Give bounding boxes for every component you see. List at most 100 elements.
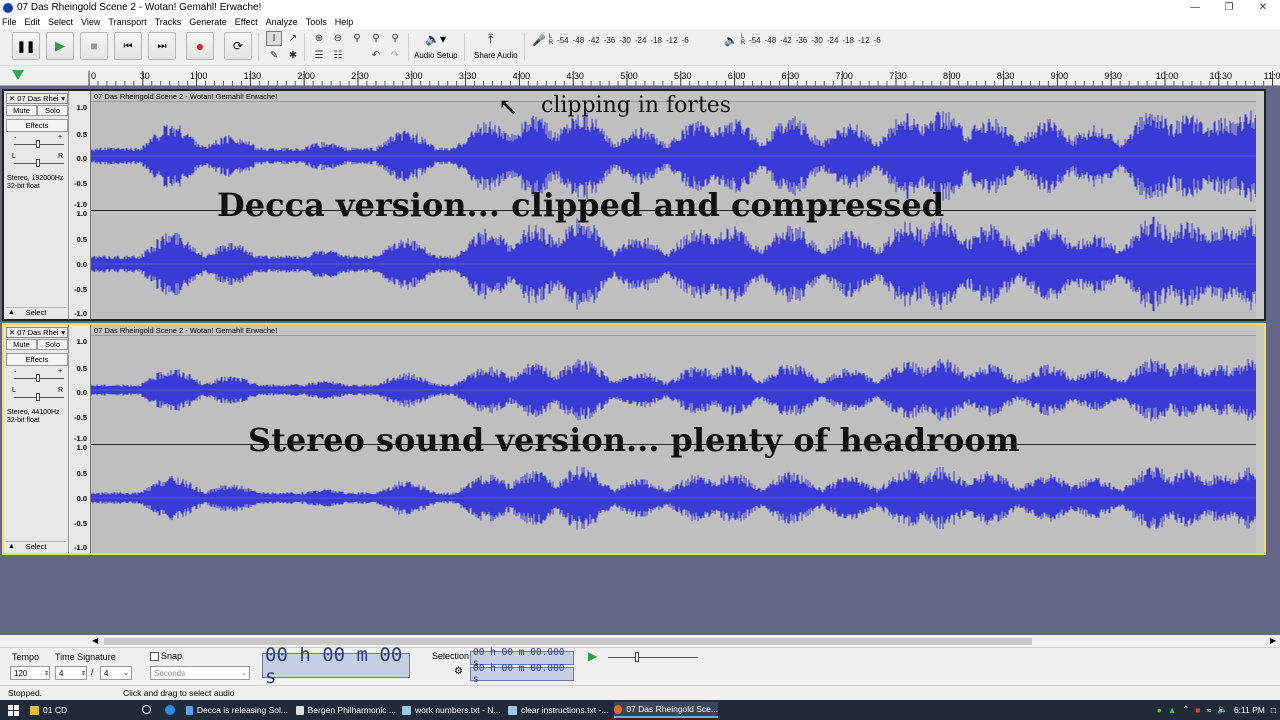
- selection-tool-icon[interactable]: I: [266, 31, 282, 46]
- menu-select[interactable]: Select: [48, 17, 73, 27]
- menu-edit[interactable]: Edit: [25, 17, 41, 27]
- wifi-icon[interactable]: ≈: [1207, 705, 1212, 715]
- menu-transport[interactable]: Transport: [108, 17, 146, 27]
- select-track-button[interactable]: ▲ Select: [6, 541, 66, 551]
- zoom-in-icon[interactable]: ⊕: [311, 31, 327, 46]
- solo-button[interactable]: Solo: [37, 105, 68, 116]
- horizontal-scrollbar[interactable]: ◀ ▶: [0, 636, 1280, 647]
- silence-icon[interactable]: ☷: [330, 48, 346, 63]
- record-button[interactable]: ●: [186, 32, 214, 60]
- play-at-speed-icon[interactable]: ▶: [588, 649, 597, 663]
- play-button[interactable]: ▶: [46, 32, 74, 60]
- undo-icon[interactable]: ↶: [368, 48, 384, 63]
- effects-button[interactable]: Effects: [6, 119, 68, 132]
- gain-minus-label: -: [14, 369, 17, 376]
- mute-button[interactable]: Mute: [6, 339, 37, 350]
- trim-icon[interactable]: ☰: [311, 48, 327, 63]
- pause-button[interactable]: ❚❚: [12, 32, 40, 60]
- notification-icon[interactable]: □: [1271, 705, 1276, 715]
- zoom-toggle-icon[interactable]: ⚲: [387, 31, 403, 46]
- gear-icon[interactable]: ⚙: [454, 666, 463, 677]
- chevron-up-icon[interactable]: ⌃: [1182, 704, 1189, 715]
- loop-button[interactable]: ⟳: [224, 32, 252, 60]
- taskbar-item-audacity[interactable]: 07 Das Rheingold Sce...: [614, 702, 718, 718]
- minimize-icon[interactable]: —: [1178, 0, 1212, 15]
- taskbar-item-bergen[interactable]: Bergen Philharmonic ...: [296, 702, 396, 718]
- gain-slider[interactable]: [14, 140, 64, 148]
- taskbar-item-browser[interactable]: Decca is releasing Sol...: [186, 702, 288, 718]
- stop-button[interactable]: ■: [80, 32, 108, 60]
- select-track-button[interactable]: ▲ Select: [6, 307, 66, 317]
- network-icon[interactable]: ●: [1157, 705, 1162, 715]
- recording-meter[interactable]: 🎤 L R -54 -48 -42 -36 -30 -24 -18 -12 -6: [532, 33, 693, 47]
- restore-icon[interactable]: ❐: [1212, 0, 1246, 15]
- play-speed-knob[interactable]: [635, 652, 639, 662]
- skip-end-button[interactable]: ⏭: [148, 32, 176, 60]
- taskbar-app-icon[interactable]: [142, 705, 151, 714]
- edge-icon[interactable]: [165, 705, 175, 715]
- pan-slider-knob[interactable]: [36, 393, 40, 401]
- play-speed-slider[interactable]: [608, 652, 698, 662]
- taskbar-item-notepad-1[interactable]: work numbers.txt - N...: [402, 702, 502, 718]
- spin-icon[interactable]: ⇕: [44, 670, 49, 677]
- snap-unit-select[interactable]: Seconds ⌄: [150, 666, 250, 680]
- time-sig-denominator[interactable]: 4 ⌄: [100, 666, 132, 680]
- envelope-tool-icon[interactable]: ↗: [285, 31, 301, 46]
- redo-icon[interactable]: ↷: [387, 48, 403, 63]
- windows-start-icon[interactable]: [8, 705, 19, 716]
- multi-tool-icon[interactable]: ✱: [285, 48, 301, 63]
- ruler-label: 4:00: [513, 71, 531, 81]
- menu-tracks[interactable]: Tracks: [155, 17, 182, 27]
- volume-icon[interactable]: 🔈: [1217, 704, 1228, 715]
- gain-slider[interactable]: [14, 374, 64, 382]
- clip-title[interactable]: 07 Das Rheingold Scene 2 - Wotan! Gemahl…: [91, 325, 1256, 336]
- timeline-ruler[interactable]: 0 30 1:00 1:30 2:00 2:30 3:00 3:30 4:00 4:30 5:00 5…: [0, 67, 1280, 86]
- security-icon[interactable]: ■: [1195, 705, 1200, 715]
- taskbar-item-folder[interactable]: 01 CD: [30, 702, 130, 718]
- skip-start-button[interactable]: ⏮: [114, 32, 142, 60]
- menu-help[interactable]: Help: [335, 17, 354, 27]
- track-name-menu[interactable]: ✕ 07 Das Rhei ▾: [6, 93, 68, 104]
- close-track-icon[interactable]: ✕: [9, 328, 15, 337]
- gain-slider-knob[interactable]: [36, 374, 40, 382]
- scroll-left-icon[interactable]: ◀: [92, 636, 98, 645]
- share-audio-button[interactable]: ⤒ Share Audio: [472, 32, 520, 62]
- audio-setup-button[interactable]: 🔈▾ Audio Setup: [414, 32, 460, 62]
- time-sig-numerator[interactable]: 4 ⇕: [55, 666, 87, 680]
- solo-button[interactable]: Solo: [37, 339, 68, 350]
- scale-label: 0.0: [76, 494, 87, 503]
- pan-slider[interactable]: [14, 159, 64, 167]
- menu-view[interactable]: View: [81, 17, 100, 27]
- pan-slider-knob[interactable]: [36, 159, 40, 167]
- scroll-right-icon[interactable]: ▶: [1270, 636, 1276, 645]
- menu-analyze[interactable]: Analyze: [266, 17, 298, 27]
- time-display[interactable]: 00 h 00 m 00 s: [262, 644, 410, 688]
- gain-slider-knob[interactable]: [36, 140, 40, 148]
- spin-icon[interactable]: ⇕: [81, 670, 86, 677]
- playback-meter[interactable]: 🔈 L R -54 -48 -42 -36 -30 -24 -18 -12 -6: [724, 33, 885, 47]
- tempo-input[interactable]: 120 ⇕: [10, 666, 50, 680]
- close-track-icon[interactable]: ✕: [9, 94, 15, 103]
- play-meter-right-label: R: [740, 40, 746, 46]
- zoom-out-icon[interactable]: ⊖: [330, 31, 346, 46]
- track-name-menu[interactable]: ✕ 07 Das Rhei ▾: [6, 327, 68, 338]
- shield-icon[interactable]: ▲: [1168, 705, 1176, 715]
- pan-slider[interactable]: [14, 393, 64, 401]
- fit-selection-icon[interactable]: ⚲: [349, 31, 365, 46]
- ruler-label: 10:30: [1210, 71, 1233, 81]
- scale-label: -1.0: [74, 543, 87, 552]
- menu-effect[interactable]: Effect: [235, 17, 258, 27]
- draw-tool-icon[interactable]: ✎: [266, 48, 282, 63]
- mute-button[interactable]: Mute: [6, 105, 37, 116]
- close-icon[interactable]: ✕: [1246, 0, 1280, 15]
- fit-project-icon[interactable]: ⚲: [368, 31, 384, 46]
- menu-tools[interactable]: Tools: [306, 17, 327, 27]
- taskbar-item-notepad-2[interactable]: clear instructions.txt -...: [508, 702, 610, 718]
- scrollbar-thumb[interactable]: [104, 638, 1032, 645]
- ruler-label: 9:00: [1051, 71, 1069, 81]
- snap-checkbox[interactable]: [150, 652, 159, 661]
- menu-file[interactable]: File: [2, 17, 17, 27]
- effects-button[interactable]: Effects: [6, 353, 68, 366]
- menu-generate[interactable]: Generate: [189, 17, 227, 27]
- selection-end-time[interactable]: 00 h 00 m 00.000 s: [470, 663, 574, 685]
